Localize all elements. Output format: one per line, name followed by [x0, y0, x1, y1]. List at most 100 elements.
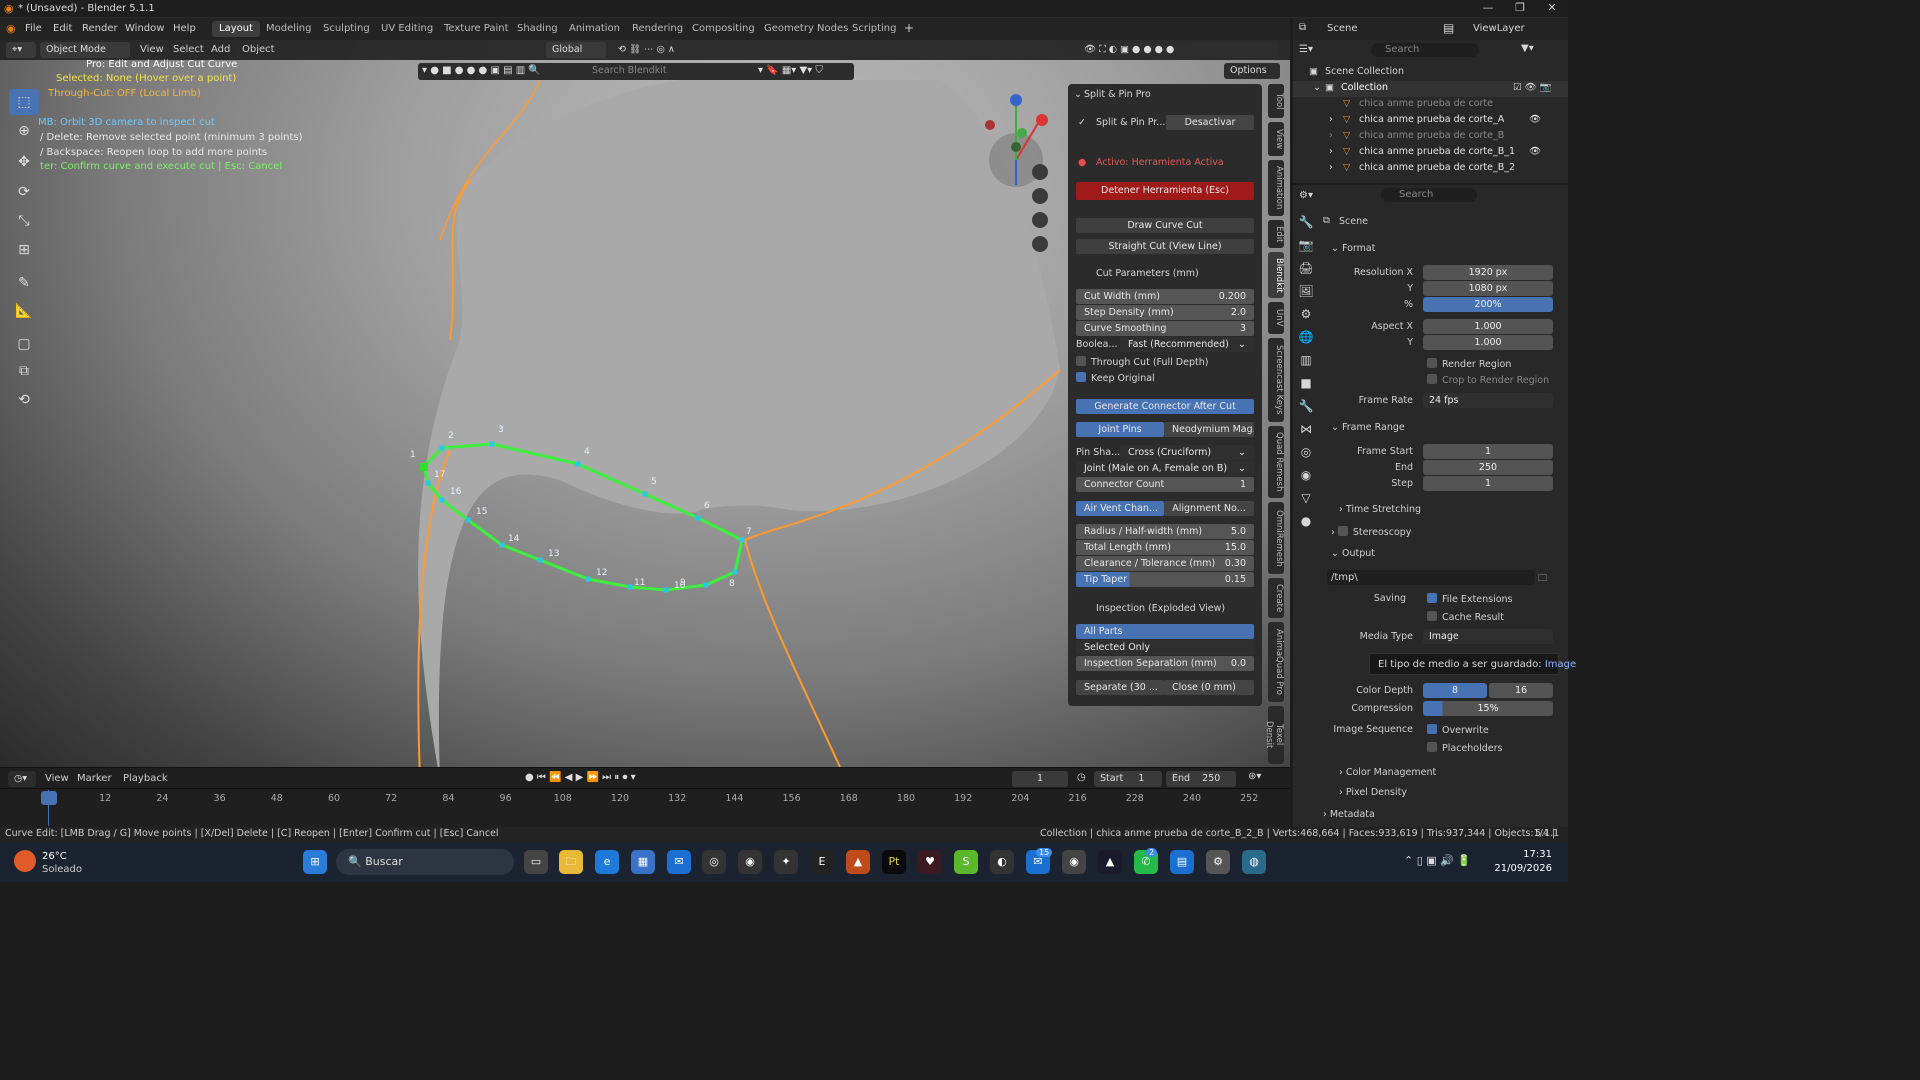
outliner-item-0[interactable]: ▽ chica anme prueba de corte	[1293, 97, 1568, 113]
tab-unv[interactable]: UnV	[1268, 302, 1284, 334]
epic-games-icon[interactable]: E	[810, 850, 834, 874]
collection-vis-icons[interactable]: ☑ 👁 📷	[1513, 82, 1551, 93]
tab-sculpting[interactable]: Sculpting	[316, 21, 377, 37]
curve-smoothing-field[interactable]: Curve Smoothing 3	[1076, 321, 1254, 336]
panel-collapse-icon[interactable]: ⌄	[1074, 89, 1082, 100]
resolution-pct-field[interactable]: 200%	[1423, 297, 1553, 312]
cut-curve-point[interactable]	[585, 576, 591, 582]
app-icon-8[interactable]: ◍	[1242, 850, 1266, 874]
zoom-icon[interactable]	[1032, 164, 1048, 180]
cut-curve-point[interactable]	[739, 537, 745, 543]
tab-modeling[interactable]: Modeling	[259, 21, 319, 37]
tab-texel-density[interactable]: Texel Densit	[1264, 706, 1284, 764]
deactivate-button[interactable]: Desactivar	[1166, 115, 1254, 130]
cursor-icon[interactable]: ⊕	[9, 118, 39, 144]
frame-end-field[interactable]: 250	[1423, 460, 1553, 475]
filter-icon[interactable]: ▼▾	[1521, 43, 1534, 54]
radius-field[interactable]: Radius / Half-width (mm) 5.0	[1076, 524, 1254, 539]
settings-icon[interactable]: ⚙	[1206, 850, 1230, 874]
outliner-item-3[interactable]: › ▽ chica anme prueba de corte_B_1 👁	[1293, 145, 1568, 161]
menu-file[interactable]: File	[25, 23, 42, 34]
camera-view-icon[interactable]	[1032, 212, 1048, 228]
measure-icon[interactable]: 📐	[9, 298, 39, 324]
eye-icon[interactable]: 👁	[1529, 146, 1541, 157]
generate-connector-toggle[interactable]: Generate Connector After Cut	[1076, 399, 1254, 414]
cut-curve-point[interactable]	[703, 582, 709, 588]
menu-view[interactable]: View	[140, 44, 164, 55]
menu-select[interactable]: Select	[173, 44, 204, 55]
file-extensions-checkbox[interactable]: File Extensions	[1427, 593, 1513, 605]
through-cut-checkbox[interactable]: Through Cut (Full Depth)	[1076, 356, 1208, 368]
pixel-density-heading[interactable]: › Pixel Density	[1339, 787, 1407, 798]
edge-icon[interactable]: e	[595, 850, 619, 874]
annotate-icon[interactable]: ✎	[9, 270, 39, 296]
addon-check-icon[interactable]: ✓	[1078, 117, 1086, 128]
overwrite-checkbox[interactable]: Overwrite	[1427, 724, 1489, 736]
step-density-field[interactable]: Step Density (mm) 2.0	[1076, 305, 1254, 320]
tab-tool[interactable]: Tool	[1268, 84, 1284, 118]
folder-icon[interactable]: 🗀	[1538, 571, 1548, 587]
tab-shading[interactable]: Shading	[510, 21, 565, 37]
keying-icon[interactable]: ⊛▾	[1248, 771, 1261, 782]
cut-curve-point[interactable]	[642, 491, 648, 497]
pan-hand-icon[interactable]	[1032, 188, 1048, 204]
resolution-x-field[interactable]: 1920 px	[1423, 265, 1553, 280]
transform-icon[interactable]: ⊞	[9, 237, 39, 263]
frame-range-heading[interactable]: ⌄ Frame Range	[1331, 422, 1405, 433]
tip-taper-slider[interactable]: Tip Taper 0.15	[1076, 572, 1254, 587]
menu-object[interactable]: Object	[242, 44, 275, 55]
tab-compositing[interactable]: Compositing	[685, 21, 762, 37]
gizmo-x-icon[interactable]	[1036, 114, 1048, 126]
blender-menu-icon[interactable]: ◉	[6, 22, 16, 35]
app-icon-5[interactable]: ◐	[990, 850, 1014, 874]
cut-curve-point[interactable]	[439, 445, 445, 451]
blendkit-asset-icons[interactable]: ▾ ● ■ ● ● ● ▣ ▤ ▥ 🔍	[422, 65, 541, 76]
color-depth-8[interactable]: 8	[1423, 683, 1487, 698]
tab-rendering[interactable]: Rendering	[625, 21, 690, 37]
neodymium-tab[interactable]: Neodymium Mag...	[1164, 422, 1254, 437]
scale-icon[interactable]: ⤡	[9, 208, 39, 234]
gizmo-neg-y-icon[interactable]	[1011, 142, 1021, 152]
tray-icons[interactable]: ⌃ ▯ ▣ 🔊 🔋	[1404, 854, 1471, 867]
cut-curve-point[interactable]	[575, 461, 581, 467]
render-region-checkbox[interactable]: Render Region	[1427, 358, 1511, 370]
notepad-icon[interactable]: ▤	[1170, 850, 1194, 874]
blendkit-search[interactable]: Search Blendkit	[592, 65, 667, 76]
tab-uv-editing[interactable]: UV Editing	[374, 21, 440, 37]
properties-editor-icon[interactable]: ⚙▾	[1299, 190, 1313, 201]
cut-width-field[interactable]: Cut Width (mm) 0.200	[1076, 289, 1254, 304]
taskbar-search[interactable]: 🔍 Buscar	[336, 849, 514, 875]
outlook-icon[interactable]: ✉	[667, 850, 691, 874]
all-parts-option[interactable]: All Parts	[1076, 624, 1254, 639]
add-workspace-icon[interactable]: +	[904, 21, 914, 35]
weather-icon[interactable]	[14, 850, 36, 872]
gizmo-neg-x-icon[interactable]	[985, 120, 995, 130]
tab-animation[interactable]: Animation	[562, 21, 627, 37]
cut-curve-point[interactable]	[537, 557, 543, 563]
draw-curve-cut-button[interactable]: Draw Curve Cut	[1076, 218, 1254, 233]
extrude-icon[interactable]: ⧉	[9, 358, 39, 384]
joint-pins-tab[interactable]: Joint Pins	[1076, 422, 1164, 437]
playback-controls-icons[interactable]: ● ⏮ ⏪ ◀ ▶ ⏩ ⏭ ⏸ ⏺ ▾	[525, 772, 636, 783]
timeline-editor-icon[interactable]: ◷▾	[8, 771, 36, 787]
task-view-icon[interactable]: ▭	[524, 850, 548, 874]
air-vent-toggle[interactable]: Air Vent Chan...	[1076, 501, 1164, 516]
ortho-grid-icon[interactable]	[1032, 236, 1048, 252]
tab-omniremesh[interactable]: OmniRemesh	[1268, 502, 1284, 574]
format-heading[interactable]: ⌄ Format	[1331, 243, 1375, 254]
tab-view[interactable]: View	[1268, 122, 1284, 156]
straight-cut-button[interactable]: Straight Cut (View Line)	[1076, 239, 1254, 254]
scene-name[interactable]: Scene	[1327, 23, 1358, 34]
tab-blendkit[interactable]: Blendkit	[1268, 252, 1284, 298]
cut-curve-point[interactable]	[695, 515, 701, 521]
cut-curve-point[interactable]	[439, 497, 445, 503]
pt-icon[interactable]: Pt	[882, 850, 906, 874]
compression-slider[interactable]: 15%	[1423, 701, 1553, 716]
frame-rate-select[interactable]: 24 fps	[1423, 393, 1553, 408]
tab-create[interactable]: Create	[1268, 578, 1284, 618]
properties-search[interactable]: Search	[1381, 188, 1477, 202]
resolution-y-field[interactable]: 1080 px	[1423, 281, 1553, 296]
cut-curve-point[interactable]	[627, 584, 633, 590]
close-icon[interactable]: ✕	[1540, 1, 1564, 17]
app-icon-4[interactable]: S	[954, 850, 978, 874]
